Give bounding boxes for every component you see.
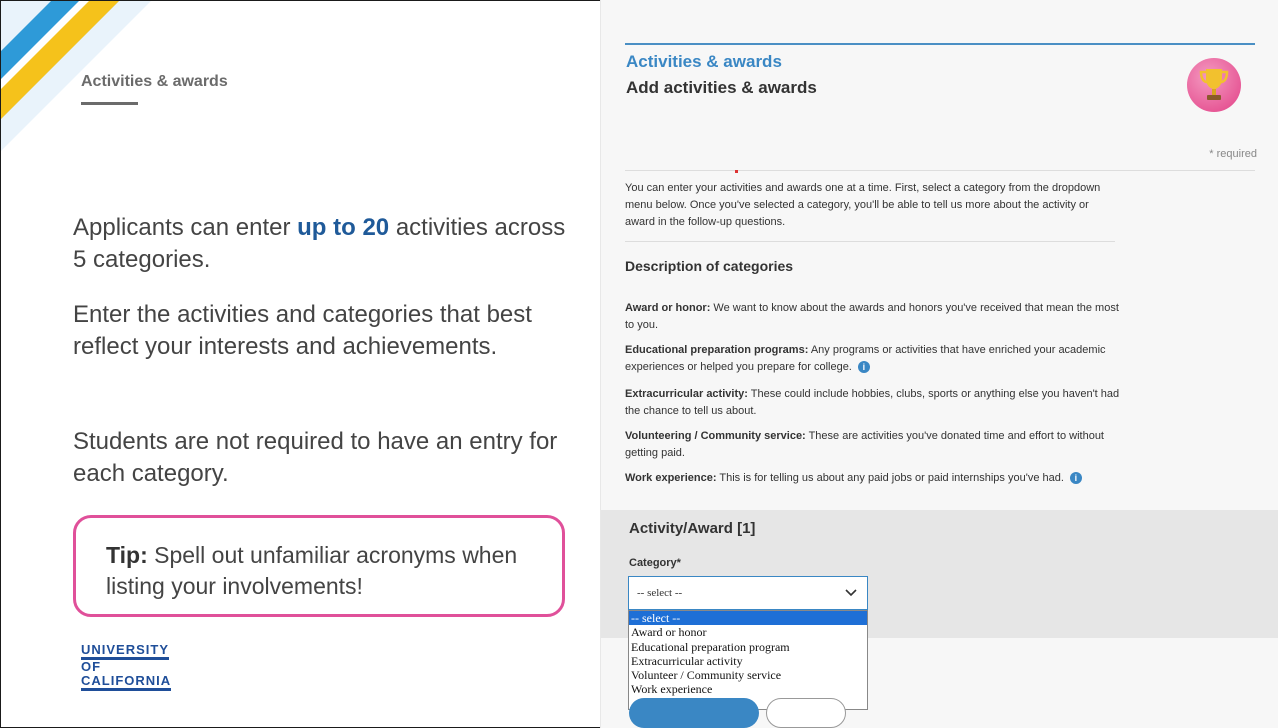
option-volunteer[interactable]: Volunteer / Community service <box>629 668 867 682</box>
category-text: This is for telling us about any paid jo… <box>716 472 1064 484</box>
category-name: Educational preparation programs: <box>625 344 809 356</box>
section-title: Activities & awards <box>626 52 782 71</box>
tip-body: Spell out unfamiliar acronyms when listi… <box>106 542 518 599</box>
option-work[interactable]: Work experience <box>629 682 867 696</box>
page-title: Add activities & awards <box>626 78 817 97</box>
category-dropdown-list[interactable]: -- select -- Award or honor Educational … <box>628 610 868 710</box>
paragraph-reflect: Enter the activities and categories that… <box>73 301 532 360</box>
category-educational: Educational preparation programs: Any pr… <box>625 342 1125 376</box>
trophy-icon <box>1187 58 1241 112</box>
required-note: * required <box>1209 148 1257 160</box>
category-select[interactable]: -- select -- <box>628 576 868 610</box>
logo-line-california: CALIFORNIA <box>81 674 172 691</box>
option-extracurricular[interactable]: Extracurricular activity <box>629 654 867 668</box>
paragraph-limit-pre: Applicants can enter <box>73 214 298 241</box>
red-marker <box>735 170 738 173</box>
activity-entry-title: Activity/Award [1] <box>629 520 756 537</box>
category-name: Award or honor: <box>625 302 711 314</box>
uc-logo: UNIVERSITY OF CALIFORNIA <box>81 643 172 691</box>
tip-label: Tip: <box>106 542 148 568</box>
category-extracurricular: Extracurricular activity: These could in… <box>625 386 1125 420</box>
slide-title: Activities & awards <box>81 73 228 90</box>
category-name: Volunteering / Community service: <box>625 430 806 442</box>
tip-text: Tip: Spell out unfamiliar acronyms when … <box>106 540 546 602</box>
save-button[interactable] <box>629 698 759 728</box>
select-value: -- select -- <box>637 587 683 599</box>
category-name: Work experience: <box>625 472 717 484</box>
intro-divider <box>625 170 1255 171</box>
category-name: Extracurricular activity: <box>625 388 748 400</box>
title-underline <box>81 102 138 105</box>
application-screenshot: Activities & awards Add activities & awa… <box>600 0 1278 728</box>
description-heading: Description of categories <box>625 258 794 274</box>
header-rule <box>625 43 1255 45</box>
cancel-button[interactable] <box>766 698 846 728</box>
chevron-down-icon <box>845 589 857 597</box>
limit-highlight: up to 20 <box>297 214 390 241</box>
category-label: Category* <box>629 557 681 569</box>
logo-line-of: OF <box>81 659 102 674</box>
intro-text: You can enter your activities and awards… <box>625 182 1101 228</box>
option-award[interactable]: Award or honor <box>629 625 867 639</box>
category-volunteering: Volunteering / Community service: These … <box>625 428 1125 462</box>
category-award: Award or honor: We want to know about th… <box>625 300 1125 334</box>
option-educational[interactable]: Educational preparation program <box>629 640 867 654</box>
category-work: Work experience: This is for telling us … <box>625 470 1125 487</box>
paragraph-not-required: Students are not required to have an ent… <box>73 428 558 487</box>
info-icon[interactable]: i <box>857 361 870 374</box>
tip-box: Tip: Spell out unfamiliar acronyms when … <box>73 515 565 617</box>
logo-line-university: UNIVERSITY <box>81 643 170 660</box>
option-select[interactable]: -- select -- <box>629 611 867 626</box>
info-icon[interactable]: i <box>1069 472 1082 485</box>
paragraph-limit: Applicants can enter up to 20 activities… <box>73 212 573 276</box>
divider <box>625 241 1115 242</box>
